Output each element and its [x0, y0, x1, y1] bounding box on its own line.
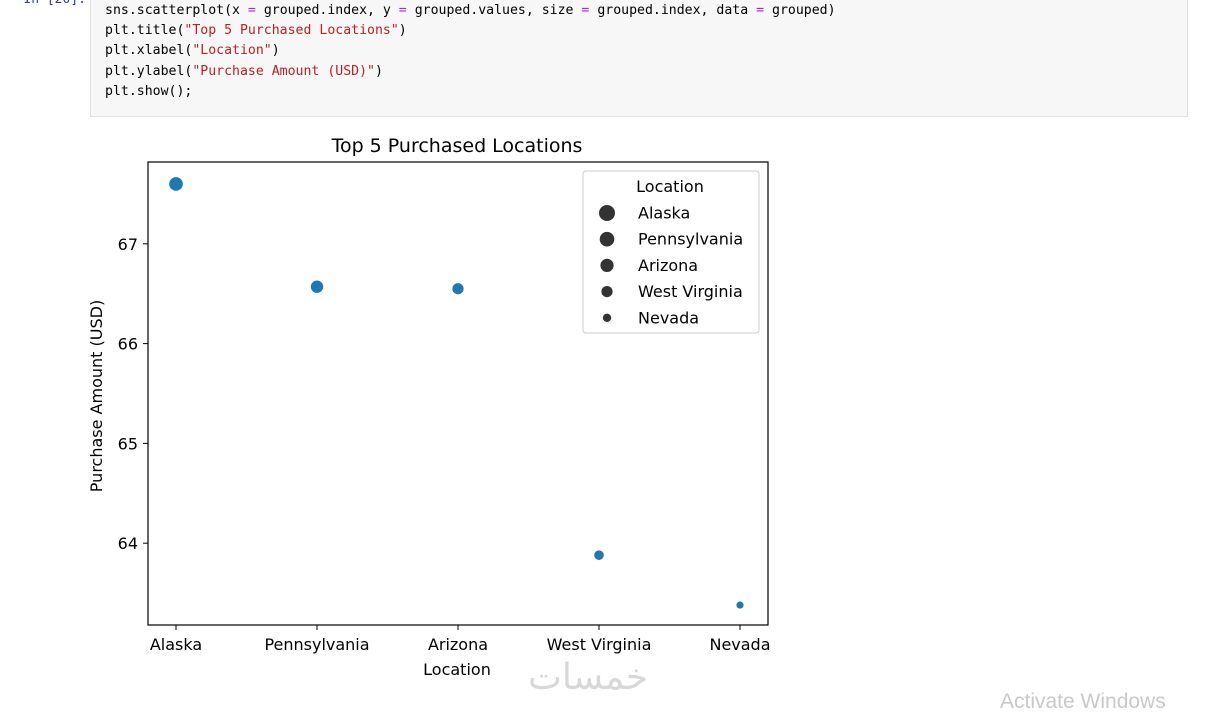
x-tick-label: Alaska	[150, 635, 202, 654]
code-token: grouped)	[764, 3, 836, 18]
data-point	[452, 283, 464, 295]
y-tick-label: 65	[118, 434, 138, 453]
code-line: plt.xlabel("Location")	[105, 41, 836, 61]
code-line: plt.title("Top 5 Purchased Locations")	[105, 21, 836, 41]
code-token: =	[247, 3, 256, 18]
code-editor[interactable]: sns.scatterplot(x = grouped.index, y = g…	[105, 1, 836, 102]
data-point	[310, 280, 324, 293]
legend-title: Location	[636, 177, 704, 196]
legend-entry: Alaska	[638, 204, 690, 223]
x-tick-label: Nevada	[709, 635, 770, 654]
legend-entry: West Virginia	[638, 282, 743, 301]
code-token: =	[398, 3, 407, 18]
code-cell[interactable]: sns.scatterplot(x = grouped.index, y = g…	[90, 0, 1188, 117]
x-tick-label: Arizona	[428, 635, 488, 654]
code-token: )	[271, 43, 280, 59]
code-token: "Purchase Amount (USD)"	[192, 63, 375, 79]
code-line: plt.show();	[105, 82, 836, 102]
code-token: grouped.index, data	[589, 3, 757, 18]
y-tick-label: 64	[118, 534, 138, 553]
code-token: =	[756, 3, 765, 18]
legend-entry: Nevada	[638, 308, 699, 327]
legend-marker	[600, 258, 614, 272]
y-tick-label: 67	[118, 235, 138, 254]
data-point	[169, 177, 183, 191]
x-tick-label: Pennsylvania	[264, 635, 369, 654]
code-line: sns.scatterplot(x = grouped.index, y = g…	[105, 1, 836, 21]
y-axis: 64 65 66 67	[118, 235, 148, 553]
legend-entry: Pennsylvania	[638, 230, 743, 249]
legend-marker	[602, 313, 612, 322]
y-axis-label: Purchase Amount (USD)	[87, 300, 106, 492]
code-token: grouped.values, size	[406, 3, 582, 18]
chart-title: Top 5 Purchased Locations	[331, 135, 583, 157]
legend-marker	[599, 205, 615, 221]
x-axis-label: Location	[423, 660, 491, 679]
data-point	[594, 550, 604, 560]
cell-prompt: In [20]:	[0, 0, 86, 10]
site-logo-watermark: خمسات	[528, 657, 649, 698]
code-token: sns.scatterplot(x	[105, 3, 248, 18]
code-token: plt.title(	[105, 23, 185, 39]
code-line: plt.ylabel("Purchase Amount (USD)")	[105, 62, 836, 82]
code-token: grouped.index, y	[255, 3, 399, 18]
code-token: plt.xlabel(	[105, 43, 193, 59]
legend-marker	[601, 286, 613, 298]
data-point	[736, 601, 744, 609]
code-token: "Top 5 Purchased Locations"	[184, 23, 399, 39]
legend: Location Alaska Pennsylvania Arizona West V…	[582, 170, 760, 334]
code-token: )	[398, 23, 407, 39]
y-tick-label: 66	[118, 335, 138, 354]
x-axis: Alaska Pennsylvania Arizona West Virginia Ne…	[150, 625, 771, 654]
code-token: )	[374, 63, 383, 79]
legend-marker	[599, 231, 615, 247]
code-token: "Location"	[192, 43, 272, 59]
code-token: plt.ylabel(	[105, 63, 193, 79]
x-tick-label: West Virginia	[547, 635, 652, 654]
legend-entry: Arizona	[638, 256, 698, 275]
scatter-chart: Top 5 Purchased Locations 64 65 66 67 Alask…	[87, 135, 771, 679]
code-token: plt.show();	[105, 83, 193, 99]
activate-windows-watermark: Activate Windows	[1000, 690, 1166, 713]
